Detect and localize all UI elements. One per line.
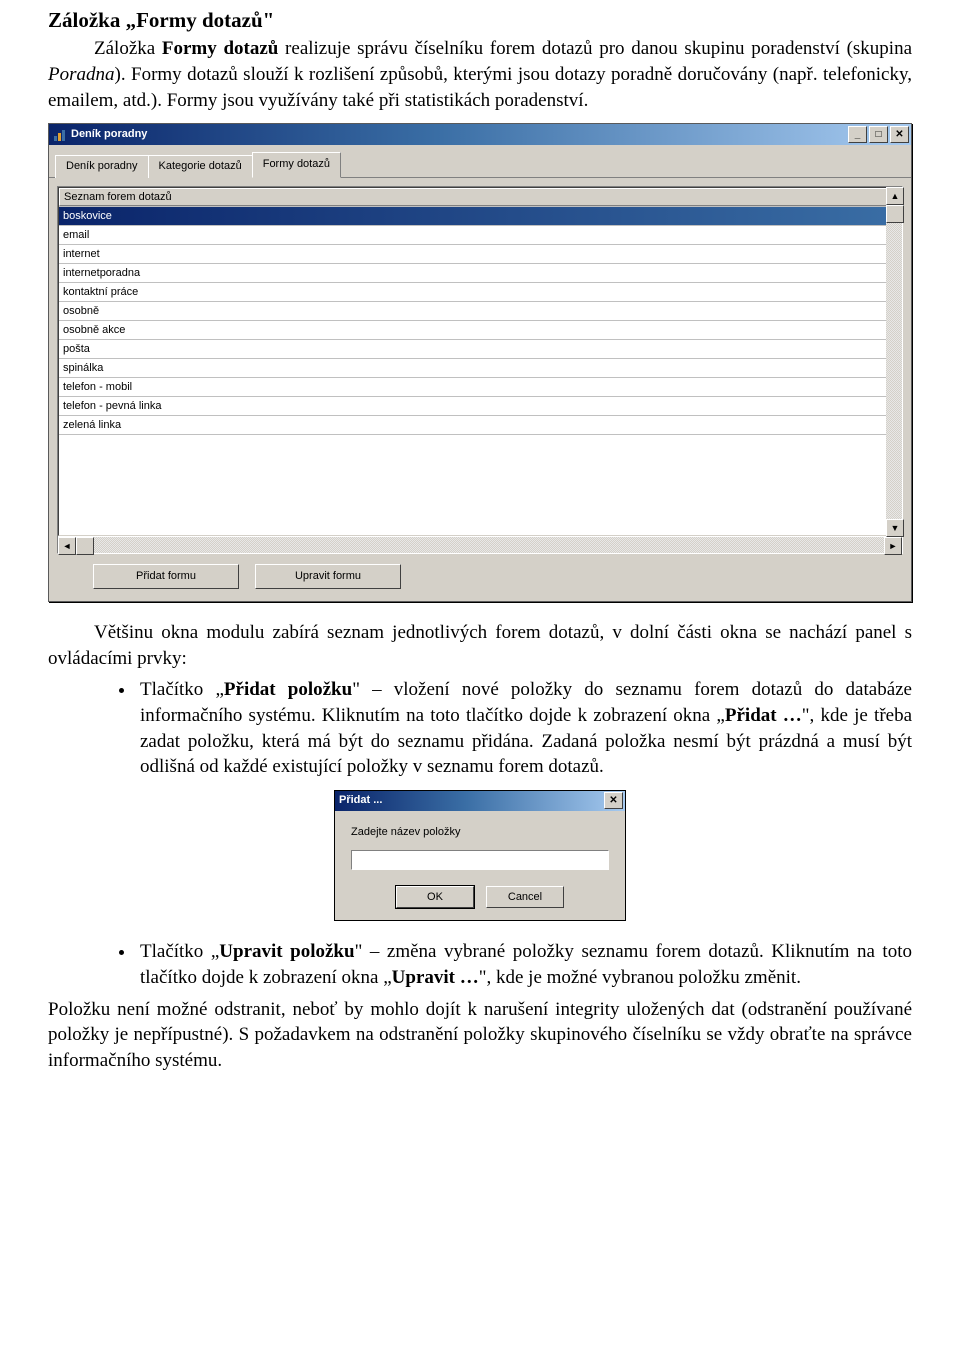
scroll-up-button[interactable]: ▲ — [886, 187, 904, 205]
data-grid: Seznam forem dotazů boskovice email inte… — [57, 186, 903, 554]
add-form-button[interactable]: Přidat formu — [93, 564, 239, 589]
table-row[interactable]: boskovice — [59, 207, 901, 226]
dialog-close-button[interactable]: ✕ — [604, 792, 623, 809]
grid-cell: pošta — [59, 340, 901, 358]
vertical-scrollbar[interactable]: ▲ ▼ — [886, 187, 902, 537]
list-item: Tlačítko „Upravit položku" – změna vybra… — [136, 939, 912, 990]
grid-cell: zelená linka — [59, 416, 901, 434]
dialog-ok-button[interactable]: OK — [396, 886, 474, 909]
text: ", kde je možné vybranou položku změnit. — [479, 967, 801, 988]
table-row[interactable]: internetporadna — [59, 264, 901, 283]
text: Tlačítko „ — [140, 679, 224, 700]
scroll-thumb[interactable] — [76, 537, 94, 555]
text: realizuje správu číselníku forem dotazů … — [278, 38, 912, 59]
text: Tlačítko „ — [140, 941, 219, 962]
tab-formy-dotazu[interactable]: Formy dotazů — [252, 152, 341, 178]
table-row[interactable]: kontaktní práce — [59, 283, 901, 302]
text-bold: Formy dotazů — [162, 38, 278, 59]
dialog-titlebar[interactable]: Přidat ... ✕ — [335, 791, 625, 811]
grid-cell: internetporadna — [59, 264, 901, 282]
edit-form-button[interactable]: Upravit formu — [255, 564, 401, 589]
chevron-down-icon: ▼ — [891, 522, 900, 534]
tab-bar: Deník poradny Kategorie dotazů Formy dot… — [49, 145, 911, 178]
maximize-button[interactable]: □ — [869, 126, 888, 143]
table-row[interactable]: spinálka — [59, 359, 901, 378]
app-icon — [53, 128, 67, 142]
app-window: Deník poradny _ □ ✕ Deník poradny Katego… — [48, 123, 912, 602]
grid-cell: osobně akce — [59, 321, 901, 339]
grid-cell: boskovice — [59, 207, 901, 225]
grid-empty-area — [59, 435, 901, 535]
grid-cell: telefon - pevná linka — [59, 397, 901, 415]
add-dialog: Přidat ... ✕ Zadejte název položky OK Ca… — [334, 790, 626, 922]
scroll-down-button[interactable]: ▼ — [886, 519, 904, 537]
scroll-thumb[interactable] — [886, 205, 904, 223]
window-title: Deník poradny — [71, 127, 848, 142]
close-icon: ✕ — [609, 794, 617, 808]
chevron-up-icon: ▲ — [891, 190, 900, 202]
tab-denik-poradny[interactable]: Deník poradny — [55, 155, 149, 178]
maximize-icon: □ — [875, 128, 881, 142]
intro-paragraph: Záložka Formy dotazů realizuje správu čí… — [48, 36, 912, 113]
text: Záložka — [94, 38, 162, 59]
text-bold: Upravit … — [392, 967, 479, 988]
grid-cell: kontaktní práce — [59, 283, 901, 301]
text-bold: Přidat položku — [224, 679, 352, 700]
text-bold: Upravit položku — [219, 941, 354, 962]
scroll-track[interactable] — [886, 223, 902, 519]
chevron-right-icon: ► — [889, 540, 898, 552]
scroll-left-button[interactable]: ◄ — [58, 537, 76, 555]
table-row[interactable]: osobně akce — [59, 321, 901, 340]
table-row[interactable]: zelená linka — [59, 416, 901, 435]
text-italic: Poradna — [48, 64, 115, 85]
table-row[interactable]: telefon - mobil — [59, 378, 901, 397]
grid-cell: telefon - mobil — [59, 378, 901, 396]
grid-cell: email — [59, 226, 901, 244]
chevron-left-icon: ◄ — [63, 540, 72, 552]
paragraph: Většinu okna modulu zabírá seznam jednot… — [48, 620, 912, 671]
tab-kategorie-dotazu[interactable]: Kategorie dotazů — [148, 155, 253, 178]
dialog-name-input[interactable] — [351, 850, 609, 870]
table-row[interactable]: osobně — [59, 302, 901, 321]
close-button[interactable]: ✕ — [890, 126, 909, 143]
grid-cell: internet — [59, 245, 901, 263]
table-row[interactable]: email — [59, 226, 901, 245]
table-row[interactable]: internet — [59, 245, 901, 264]
close-icon: ✕ — [895, 128, 903, 142]
section-heading: Záložka „Formy dotazů" — [48, 6, 912, 34]
text-bold: Přidat … — [725, 705, 802, 726]
grid-column-header[interactable]: Seznam forem dotazů — [59, 188, 901, 206]
scroll-right-button[interactable]: ► — [884, 537, 902, 555]
list-item: Tlačítko „Přidat položku" – vložení nové… — [136, 677, 912, 780]
final-paragraph: Položku není možné odstranit, neboť by m… — [48, 997, 912, 1074]
grid-cell: spinálka — [59, 359, 901, 377]
titlebar[interactable]: Deník poradny _ □ ✕ — [49, 124, 911, 145]
text: ). Formy dotazů slouží k rozlišení způso… — [48, 64, 912, 111]
dialog-title: Přidat ... — [339, 793, 604, 808]
table-row[interactable]: telefon - pevná linka — [59, 397, 901, 416]
dialog-cancel-button[interactable]: Cancel — [486, 886, 564, 909]
scroll-track[interactable] — [94, 537, 884, 553]
minimize-button[interactable]: _ — [848, 126, 867, 143]
horizontal-scrollbar[interactable]: ◄ ► — [58, 536, 902, 553]
grid-cell: osobně — [59, 302, 901, 320]
minimize-icon: _ — [855, 128, 861, 142]
table-row[interactable]: pošta — [59, 340, 901, 359]
dialog-label: Zadejte název položky — [351, 825, 609, 840]
